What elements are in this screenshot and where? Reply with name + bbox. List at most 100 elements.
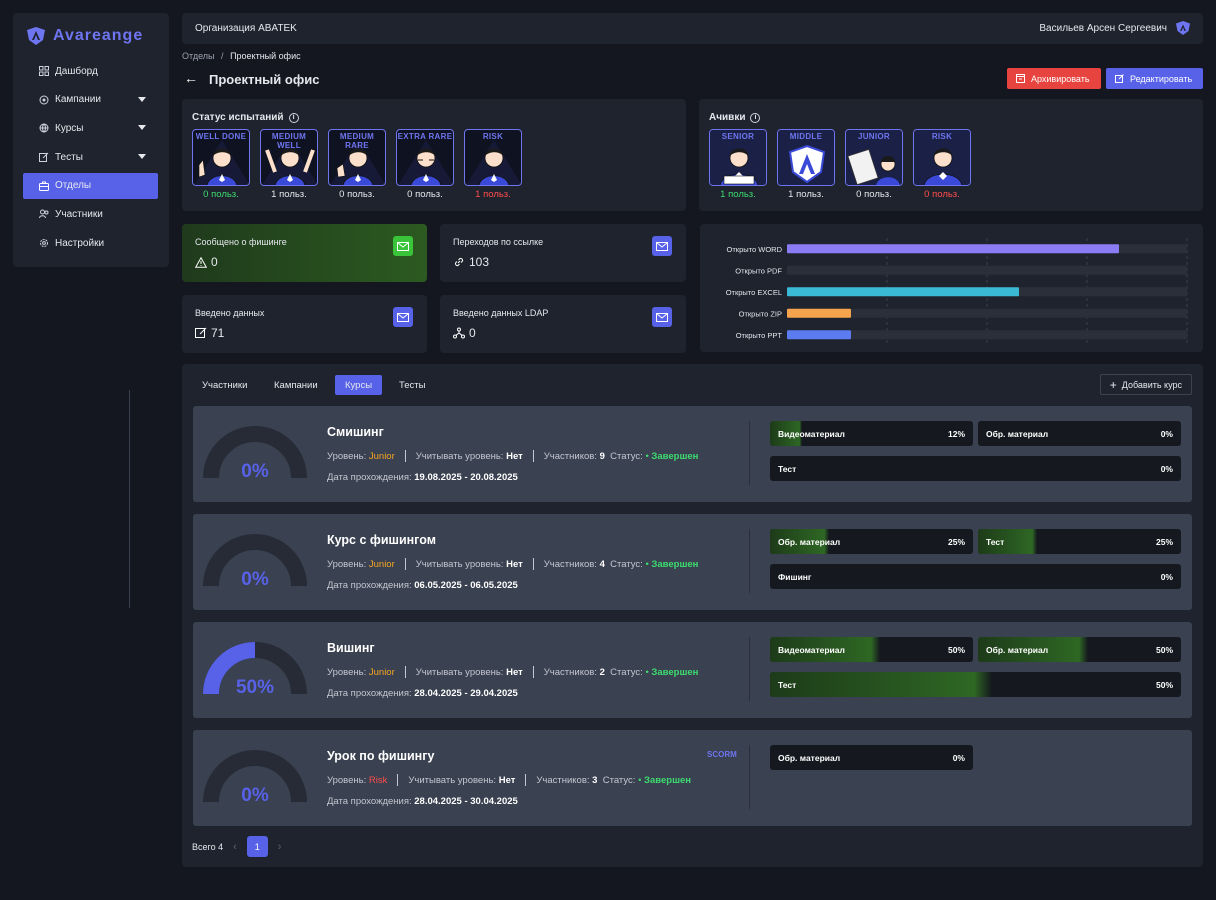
course-card[interactable]: 0% Урок по фишингу SCORM Уровень: Risk Учиты… [193,730,1192,826]
date-value: 06.05.2025 - 06.05.2025 [414,580,518,591]
chevron-down-icon[interactable] [138,96,146,102]
badge-medium-rare[interactable]: MEDIUM RARE 0 польз. [328,129,386,200]
progress-bar-fill [770,672,992,697]
consider-label: Учитывать уровень: [415,558,504,570]
course-card[interactable]: 0% Смишинг Уровень: Junior Учитывать уровен… [193,406,1192,502]
mail-icon [652,307,672,327]
badge-image: SENIOR [709,129,767,186]
date-label: Дата прохождения: [327,796,412,807]
link-icon [454,257,464,267]
tab-3[interactable]: Тесты [389,375,435,395]
progress-bar-label: Тест [778,464,797,474]
tab-2[interactable]: Курсы [335,375,383,395]
users-icon [39,209,49,219]
date-value: 28.04.2025 - 29.04.2025 [414,688,518,699]
sidebar-item-label: Настройки [55,237,105,249]
sidebar-item-settings[interactable]: Настройки [23,230,158,256]
meta-separator [404,450,406,462]
badge-risk[interactable]: RISK 1 польз. [464,129,522,200]
course-card[interactable]: 0% Курс с фишингом Уровень: Junior Учитыват… [193,514,1192,610]
course-title[interactable]: Курс с фишингом [327,533,436,547]
progress-bar: Обр. материал 0% [770,745,973,770]
course-date: Дата прохождения: 06.05.2025 - 06.05.202… [327,580,518,591]
sidebar-item-dashboard[interactable]: Дашборд [23,58,158,84]
breadcrumb-current: Проектный офис [230,51,301,61]
chevron-right-icon[interactable]: › [278,841,282,853]
progress-label: 0% [241,569,269,590]
tab-0[interactable]: Участники [192,375,257,395]
badge-image: WELL DONE [192,129,250,186]
sidebar-item-label: Кампании [55,94,101,106]
sidebar-item-tests[interactable]: Тесты [23,144,158,170]
tab-1[interactable]: Кампании [264,375,328,395]
info-icon[interactable]: i [288,112,299,123]
archive-button-label: Архивировать [1031,73,1090,84]
divider [749,421,750,485]
badge-senior[interactable]: SENIOR 1 польз. [709,129,767,200]
course-title[interactable]: Урок по фишингу [327,749,434,763]
badge-risk[interactable]: RISK 0 польз. [913,129,971,200]
consider-label: Учитывать уровень: [415,450,504,462]
badge-tag: MIDDLE [789,132,823,141]
sidebar-item-courses[interactable]: Курсы [23,115,158,141]
status-label: Статус: [602,774,636,786]
course-meta: Уровень: Junior Учитывать уровень: Нет Уча… [327,558,698,570]
user-avatar-icon[interactable] [1175,20,1191,36]
badge-medium-well[interactable]: MEDIUM WELL 1 польз. [260,129,318,200]
consider-value: Нет [506,450,523,462]
chart-bar[interactable] [787,287,1019,297]
status-dot-icon: • [638,774,642,786]
building-icon [39,181,49,191]
add-course-button[interactable]: + Добавить курс [1099,374,1192,395]
chart-bar[interactable] [787,308,851,318]
course-meta: Уровень: Junior Учитывать уровень: Нет Уча… [327,666,698,678]
status-dot-icon: • [645,450,649,462]
chevron-down-icon[interactable] [138,154,146,160]
badge-well-done[interactable]: WELL DONE 0 польз. [192,129,250,200]
stat-card-data-entered: Введено данных 71 [182,295,427,353]
sidebar-item-departments[interactable]: Отделы [23,172,158,199]
date-value: 19.08.2025 - 20.08.2025 [414,472,518,483]
user-name[interactable]: Васильев Арсен Сергеевич [1039,23,1167,34]
badge-extra-rare[interactable]: EXTRA RARE 0 польз. [396,129,454,200]
brand-logo[interactable]: Avareange [25,25,143,47]
edit-button[interactable]: Редактировать [1106,68,1203,89]
back-arrow-icon[interactable]: ← [184,70,198,86]
page-number-active[interactable]: 1 [246,836,268,857]
chart-bar[interactable] [787,244,1119,254]
chart-bar[interactable] [787,330,851,340]
chart-category-label: Открыто ZIP [739,309,782,318]
badge-middle[interactable]: MIDDLE 1 польз. [777,129,835,200]
info-icon[interactable]: i [750,112,761,123]
chevron-left-icon[interactable]: ‹ [233,841,237,853]
badge-junior[interactable]: JUNIOR 0 польз. [845,129,903,200]
progress-bar-value: 0% [1160,572,1173,582]
level-label: Уровень: [327,666,367,678]
course-title[interactable]: Смишинг [327,425,384,439]
chevron-down-icon[interactable] [138,125,146,131]
progress-bar-value: 12% [947,429,965,439]
achievements-title: Ачивки [709,112,746,123]
mail-icon [393,236,413,256]
courses-panel: Участники Кампании Курсы Тесты + Добавить к… [182,364,1203,867]
progress-bar-label: Обр. материал [778,753,841,763]
course-card[interactable]: 50% Вишинг Уровень: Junior Учитывать уровен… [193,622,1192,718]
meta-separator [404,558,406,570]
scorm-badge: SCORM [707,750,737,759]
sidebar-item-label: Дашборд [55,65,98,77]
breadcrumb-parent[interactable]: Отделы [182,51,215,61]
badge-tag: SENIOR [721,132,755,141]
course-title[interactable]: Вишинг [327,641,375,655]
participants-value: 3 [592,774,598,786]
edit-icon [195,327,207,338]
sidebar-item-campaigns[interactable]: Кампании [23,87,158,113]
stat-label: Введено данных LDAP [453,308,549,318]
archive-button[interactable]: Архивировать [1007,68,1101,89]
level-value: Junior [368,450,395,462]
sidebar-item-participants[interactable]: Участники [23,201,158,227]
tree-icon [453,327,465,339]
meta-separator [404,666,406,678]
progress-bar-value: 0% [1160,464,1173,474]
date-label: Дата прохождения: [327,688,412,699]
level-value: Risk [368,774,388,786]
